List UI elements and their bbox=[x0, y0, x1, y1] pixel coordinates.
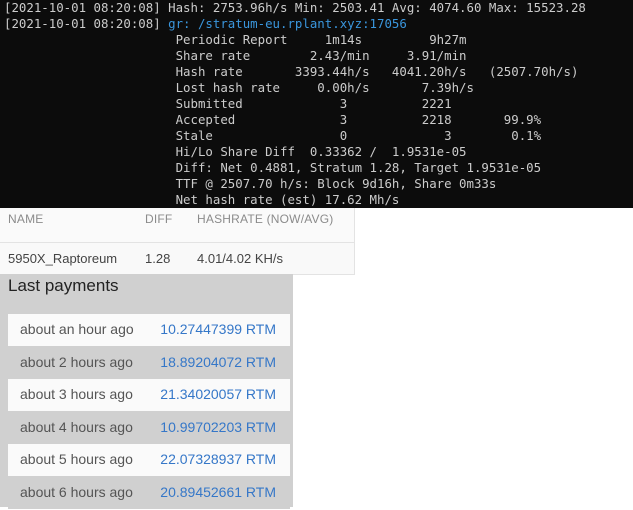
terminal-line: Periodic Report 1m14s 9h27m bbox=[4, 32, 633, 48]
worker-name: 5950X_Raptoreum bbox=[8, 251, 118, 266]
last-payments-title: Last payments bbox=[8, 276, 119, 295]
payment-amount-link[interactable]: 22.07328937 RTM bbox=[160, 451, 276, 467]
payment-row: about 2 hours ago 18.89204072 RTM bbox=[8, 346, 290, 379]
payment-time: about 5 hours ago bbox=[20, 451, 133, 468]
terminal-line: Submitted 3 2221 bbox=[4, 96, 633, 112]
terminal-line: [2021-10-01 08:20:08] Hash: 2753.96h/s M… bbox=[4, 0, 633, 16]
log-text: Hi/Lo Share Diff 0.33362 / 1.9531e-05 bbox=[4, 144, 467, 159]
payment-amount-link[interactable]: 21.34020057 RTM bbox=[160, 386, 276, 402]
worker-hashrate: 4.01/4.02 KH/s bbox=[197, 251, 283, 266]
terminal-line: Hash rate 3393.44h/s 4041.20h/s (2507.70… bbox=[4, 64, 633, 80]
terminal-line: Hi/Lo Share Diff 0.33362 / 1.9531e-05 bbox=[4, 144, 633, 160]
column-header-diff: DIFF bbox=[145, 212, 173, 226]
log-text: Periodic Report 1m14s 9h27m bbox=[4, 32, 467, 47]
payment-time: about an hour ago bbox=[20, 321, 134, 337]
payment-row: about 4 hours ago 10.99702203 RTM bbox=[8, 411, 290, 444]
terminal-line: Stale 0 3 0.1% bbox=[4, 128, 633, 144]
log-timestamp: [2021-10-01 08:20:08] bbox=[4, 0, 161, 15]
terminal-line: Diff: Net 0.4881, Stratum 1.28, Target 1… bbox=[4, 160, 633, 176]
payment-amount-link[interactable]: 10.99702203 RTM bbox=[160, 419, 276, 435]
worker-diff: 1.28 bbox=[145, 251, 171, 266]
terminal-line: TTF @ 2507.70 h/s: Block 9d16h, Share 0m… bbox=[4, 176, 633, 192]
terminal-line: Lost hash rate 0.00h/s 7.39h/s bbox=[4, 80, 633, 96]
log-text: Net hash rate (est) 17.62 Mh/s bbox=[4, 192, 400, 207]
last-payments-panel: Last payments about an hour ago 10.274473… bbox=[0, 274, 293, 510]
workers-table: NAME DIFF HASHRATE (NOW/AVG) 5950X_Rapto… bbox=[0, 208, 355, 275]
log-text: Lost hash rate 0.00h/s 7.39h/s bbox=[4, 80, 474, 95]
payment-row: about 3 hours ago 21.34020057 RTM bbox=[8, 379, 290, 412]
terminal-output: [2021-10-01 08:20:08] Hash: 2753.96h/s M… bbox=[4, 0, 633, 208]
log-text: Diff: Net 0.4881, Stratum 1.28, Target 1… bbox=[4, 160, 542, 175]
terminal-window: [2021-10-01 08:20:08] Hash: 2753.96h/s M… bbox=[0, 0, 633, 208]
payment-row: about an hour ago 10.27447399 RTM bbox=[8, 314, 290, 346]
payment-amount-link[interactable]: 10.27447399 RTM bbox=[160, 321, 276, 337]
log-text: Share rate 2.43/min 3.91/min bbox=[4, 48, 467, 63]
payments-list: about an hour ago 10.27447399 RTM about 2 … bbox=[8, 314, 290, 510]
terminal-line: Share rate 2.43/min 3.91/min bbox=[4, 48, 633, 64]
payment-amount-link[interactable]: 18.89204072 RTM bbox=[160, 354, 276, 370]
log-text: Hash rate 3393.44h/s 4041.20h/s (2507.70… bbox=[4, 64, 579, 79]
column-header-name: NAME bbox=[8, 212, 44, 226]
log-text: Hash: 2753.96h/s Min: 2503.41 Avg: 4074.… bbox=[160, 0, 586, 15]
log-text: TTF @ 2507.70 h/s: Block 9d16h, Share 0m… bbox=[4, 176, 497, 191]
payment-row: about 5 hours ago 22.07328937 RTM bbox=[8, 444, 290, 477]
column-header-hashrate: HASHRATE (NOW/AVG) bbox=[197, 212, 334, 226]
log-timestamp: [2021-10-01 08:20:08] bbox=[4, 16, 161, 31]
terminal-line: Net hash rate (est) 17.62 Mh/s bbox=[4, 192, 633, 208]
payment-time: about 3 hours ago bbox=[20, 386, 133, 403]
payment-row: about 6 hours ago 20.89452661 RTM bbox=[8, 476, 290, 509]
payment-time: about 2 hours ago bbox=[20, 353, 133, 370]
payment-time: about 4 hours ago bbox=[20, 418, 133, 435]
terminal-line: [2021-10-01 08:20:08] gr: /stratum-eu.rp… bbox=[4, 16, 633, 32]
log-text: Accepted 3 2218 99.9% bbox=[4, 112, 542, 127]
log-text: Stale 0 3 0.1% bbox=[4, 128, 542, 143]
terminal-line: Accepted 3 2218 99.9% bbox=[4, 112, 633, 128]
payment-time: about 6 hours ago bbox=[20, 483, 133, 500]
workers-table-header: NAME DIFF HASHRATE (NOW/AVG) bbox=[0, 208, 354, 243]
log-text: gr: /stratum-eu.rplant.xyz:17056 bbox=[160, 16, 407, 31]
log-text: Submitted 3 2221 bbox=[4, 96, 452, 111]
payment-amount-link[interactable]: 20.89452661 RTM bbox=[160, 484, 276, 500]
